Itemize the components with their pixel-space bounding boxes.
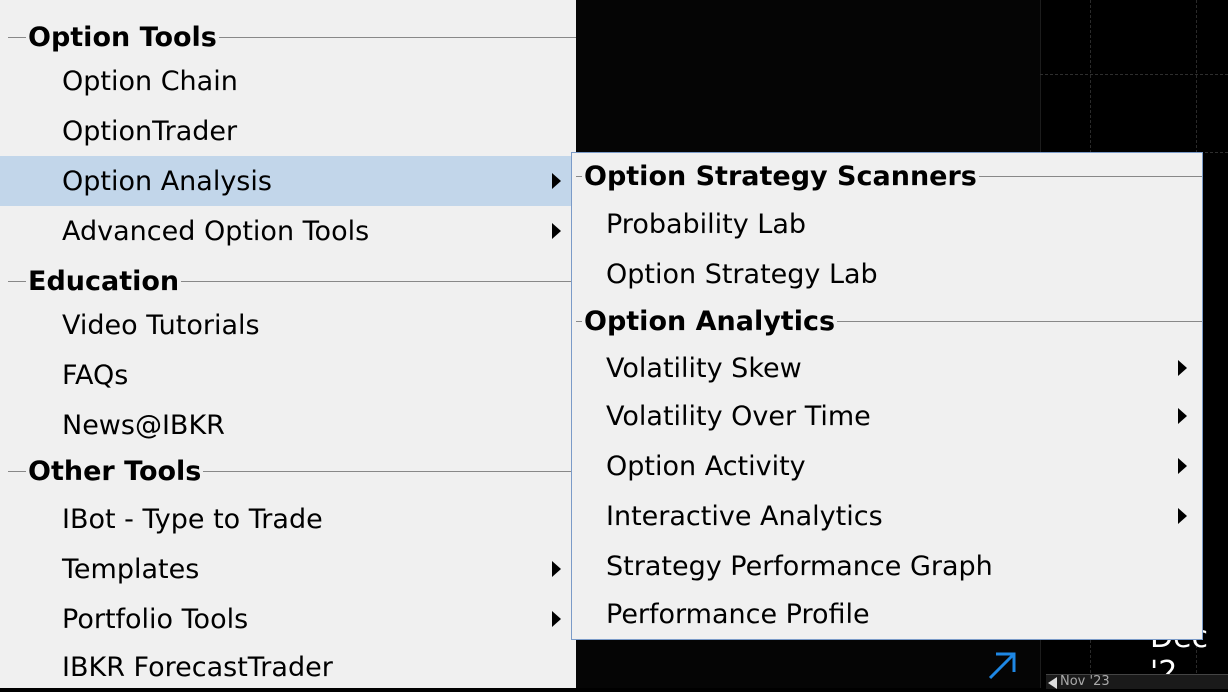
menu-item-label: Option Activity [606,450,806,482]
submenu-arrow-icon [1178,360,1187,376]
menu-item-option-analysis[interactable]: Option Analysis [0,156,576,206]
menu-item-label: Volatility Over Time [606,400,871,432]
section-header-education: Education [0,256,576,306]
scroll-date-label: Nov '23 [1060,674,1110,689]
submenu-item-option-strategy-lab[interactable]: Option Strategy Lab [572,249,1202,299]
section-header-other-tools: Other Tools [0,446,576,496]
menu-item-video-tutorials[interactable]: Video Tutorials [0,300,576,350]
menu-item-forecasttrader[interactable]: IBKR ForecastTrader [0,642,576,692]
menu-item-faqs[interactable]: FAQs [0,350,576,400]
menu-item-label: Portfolio Tools [62,603,249,635]
menu-item-label: Advanced Option Tools [62,215,370,247]
scroll-left-icon[interactable] [1048,677,1057,689]
submenu-arrow-icon [552,561,561,577]
submenu-arrow-icon [552,173,561,189]
menu-item-label: Volatility Skew [606,352,802,384]
submenu-arrow-icon [552,223,561,239]
menu-item-label: FAQs [62,359,129,391]
menu-item-label: Option Strategy Lab [606,258,878,290]
section-header-option-tools: Option Tools [0,12,576,62]
menu-item-optiontrader[interactable]: OptionTrader [0,106,576,156]
menu-item-label: Probability Lab [606,208,807,240]
menu-item-label: Video Tutorials [62,309,260,341]
section-title: Option Analytics [584,305,836,337]
menu-item-label: News@IBKR [62,409,225,441]
main-menu: Option Tools Option Chain OptionTrader O… [0,0,576,688]
submenu-arrow-icon [1178,458,1187,474]
menu-item-portfolio-tools[interactable]: Portfolio Tools [0,594,576,644]
menu-item-templates[interactable]: Templates [0,544,576,594]
section-title: Option Tools [28,21,217,53]
submenu-item-strategy-performance-graph[interactable]: Strategy Performance Graph [572,541,1202,591]
option-analysis-submenu: Option Strategy Scanners Probability Lab… [571,152,1203,640]
menu-item-label: OptionTrader [62,115,238,147]
menu-item-label: Option Analysis [62,165,272,197]
section-header-option-analytics: Option Analytics [572,296,1202,346]
menu-item-label: Option Chain [62,65,238,97]
section-header-option-strategy-scanners: Option Strategy Scanners [572,151,1202,201]
menu-item-label: Interactive Analytics [606,500,883,532]
chart-gridline [1040,74,1228,75]
submenu-item-probability-lab[interactable]: Probability Lab [572,199,1202,249]
menu-item-option-chain[interactable]: Option Chain [0,56,576,106]
section-title: Education [28,265,180,297]
submenu-arrow-icon [1178,508,1187,524]
submenu-arrow-icon [1178,408,1187,424]
menu-item-news-ibkr[interactable]: News@IBKR [0,400,576,450]
submenu-item-option-activity[interactable]: Option Activity [572,441,1202,491]
submenu-item-volatility-skew[interactable]: Volatility Skew [572,343,1202,393]
menu-item-advanced-option-tools[interactable]: Advanced Option Tools [0,206,576,256]
menu-item-label: Performance Profile [606,598,870,630]
submenu-item-interactive-analytics[interactable]: Interactive Analytics [572,491,1202,541]
menu-item-label: Strategy Performance Graph [606,550,993,582]
submenu-item-performance-profile[interactable]: Performance Profile [572,589,1202,639]
submenu-arrow-icon [552,611,561,627]
menu-item-ibot[interactable]: IBot - Type to Trade [0,494,576,544]
menu-item-label: Templates [62,553,200,585]
section-title: Option Strategy Scanners [584,160,977,192]
menu-item-label: IBot - Type to Trade [62,503,323,535]
submenu-item-volatility-over-time[interactable]: Volatility Over Time [572,391,1202,441]
expand-arrow-icon[interactable] [984,648,1020,682]
menu-item-label: IBKR ForecastTrader [62,651,333,683]
section-title: Other Tools [28,455,202,487]
